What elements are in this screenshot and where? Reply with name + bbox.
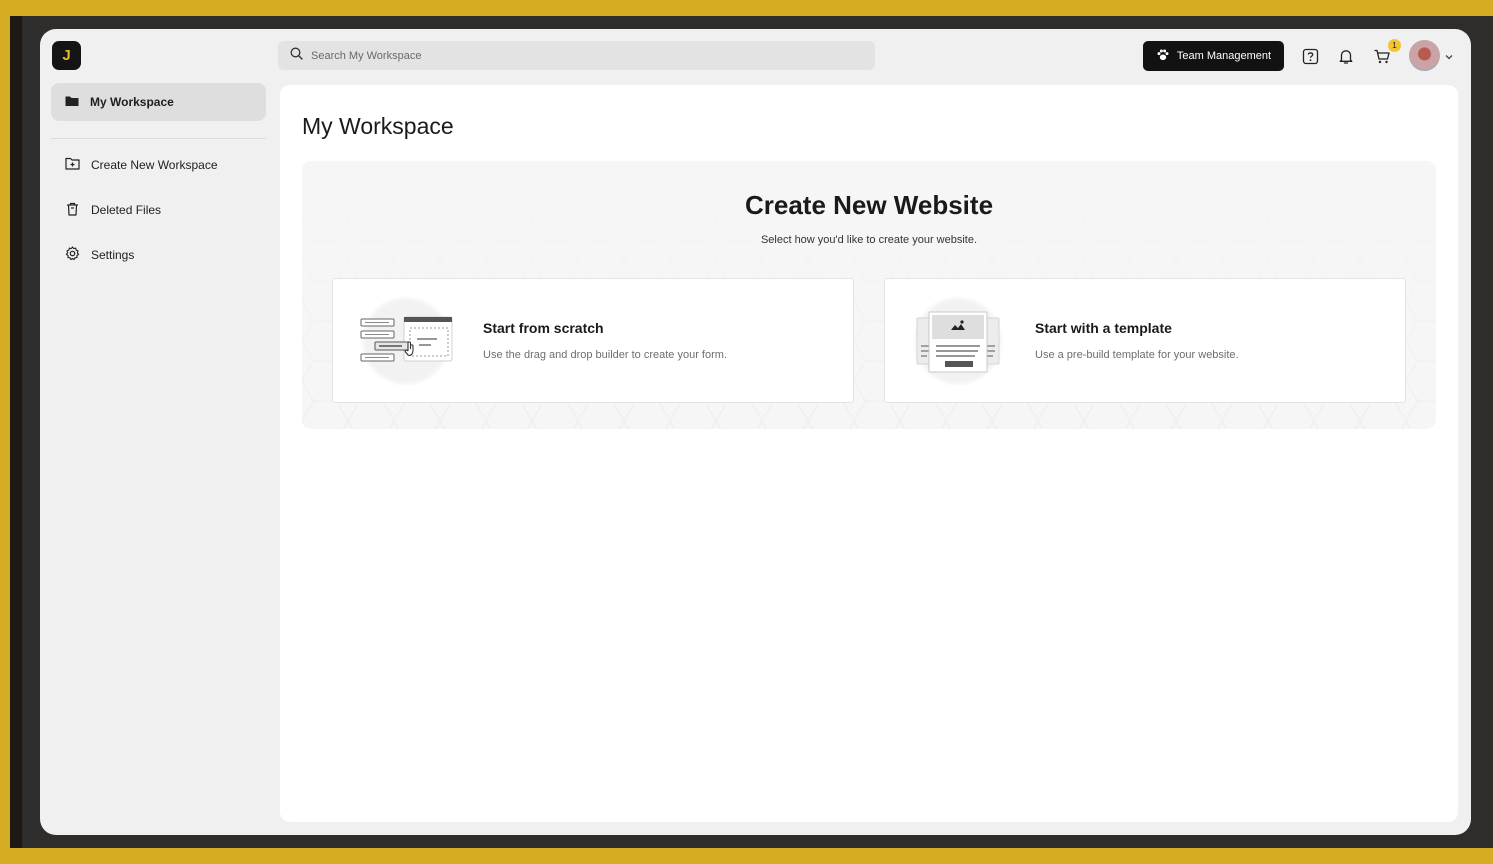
- trash-icon: [65, 202, 80, 219]
- gear-icon: [65, 246, 80, 264]
- help-icon[interactable]: [1300, 46, 1320, 66]
- card-description: Use the drag and drop builder to create …: [483, 349, 727, 361]
- template-illustration: [907, 296, 1009, 386]
- start-with-template-card[interactable]: Start with a template Use a pre-build te…: [884, 278, 1406, 403]
- folder-plus-icon: [65, 157, 80, 173]
- page-title: My Workspace: [302, 113, 454, 139]
- sidebar-item-label: Deleted Files: [91, 203, 162, 217]
- sidebar-item-deleted-files[interactable]: Deleted Files: [51, 191, 266, 229]
- search-bar[interactable]: [278, 41, 875, 70]
- bezel-edge: [10, 16, 22, 848]
- chevron-down-icon[interactable]: [1443, 50, 1455, 62]
- cart-badge: 1: [1388, 39, 1401, 52]
- app-window: J Team Management 1 My Workspace: [40, 29, 1471, 835]
- sidebar-item-settings[interactable]: Settings: [51, 236, 266, 274]
- bell-icon[interactable]: [1336, 46, 1356, 66]
- main-content: My Workspace Create New Website Select h…: [280, 85, 1458, 822]
- team-management-label: Team Management: [1176, 50, 1272, 62]
- sidebar-item-my-workspace[interactable]: My Workspace: [51, 83, 266, 121]
- drag-drop-builder-illustration: [355, 296, 457, 386]
- search-input[interactable]: [311, 49, 851, 62]
- card-title: Start from scratch: [483, 320, 604, 336]
- cart-badge-count: 1: [1392, 41, 1397, 50]
- sidebar-item-create-new-workspace[interactable]: Create New Workspace: [51, 146, 266, 184]
- search-icon: [290, 47, 303, 65]
- avatar[interactable]: [1409, 40, 1440, 71]
- logo-letter: J: [62, 47, 71, 64]
- create-website-title: Create New Website: [744, 190, 994, 220]
- sidebar-item-label: Settings: [91, 248, 135, 262]
- card-description: Use a pre-build template for your websit…: [1035, 349, 1239, 361]
- sidebar-item-label: Create New Workspace: [91, 158, 218, 172]
- team-paw-icon: [1156, 49, 1170, 64]
- create-website-panel: Create New Website Select how you'd like…: [302, 161, 1436, 429]
- start-from-scratch-card[interactable]: Start from scratch Use the drag and drop…: [332, 278, 854, 403]
- sidebar-item-label: My Workspace: [90, 95, 174, 109]
- card-title: Start with a template: [1035, 320, 1172, 336]
- create-website-subtitle: Select how you'd like to create your web…: [760, 234, 978, 246]
- team-management-button[interactable]: Team Management: [1143, 41, 1284, 71]
- app-logo[interactable]: J: [52, 41, 81, 70]
- folder-icon: [65, 95, 79, 110]
- sidebar-divider: [51, 138, 266, 139]
